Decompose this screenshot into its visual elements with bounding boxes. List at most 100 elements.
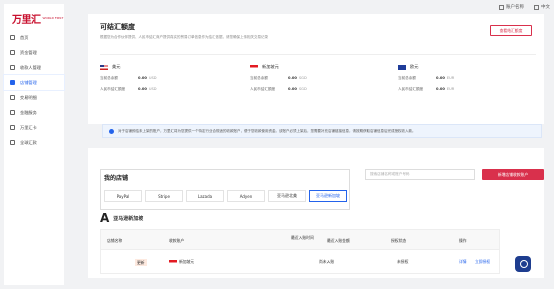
col-actions: 操作 bbox=[459, 238, 467, 243]
quota-unit: USD bbox=[148, 87, 157, 91]
tab-amazon-sg[interactable]: 亚马逊新加坡 bbox=[309, 190, 347, 202]
balance-unit: USD bbox=[148, 76, 157, 80]
last-amount-cell: -- bbox=[327, 259, 330, 264]
stores-table: 店铺名称 收款账户 最近入账时间 最近入账金额 授权状态 操作 更新 新加坡元 … bbox=[100, 229, 500, 274]
sidebar-item-finance[interactable]: 金融服务 bbox=[4, 105, 64, 120]
quota-value: 0.00 bbox=[288, 87, 297, 91]
store-search-input[interactable]: 搜索店铺名称或账户号码 bbox=[365, 169, 475, 180]
account-currency: 新加坡元 bbox=[179, 259, 195, 264]
col-status: 授权状态 bbox=[391, 238, 407, 243]
page-title: 可结汇额度 bbox=[100, 23, 135, 31]
sidebar-item-cards[interactable]: 万里汇卡 bbox=[4, 120, 64, 135]
sidebar-item-label: 收款人管理 bbox=[20, 64, 41, 70]
language-label: 中文 bbox=[541, 5, 550, 10]
quota-label: 人民币结汇额度 bbox=[398, 87, 424, 91]
balance-value: 0.00 bbox=[288, 76, 297, 80]
tab-adyen[interactable]: Adyen bbox=[227, 190, 265, 202]
divider bbox=[100, 54, 536, 55]
details-link[interactable]: 详情 bbox=[459, 259, 467, 265]
stores-title: 我的店铺 bbox=[104, 175, 129, 182]
sidebar-item-label: 全球汇款 bbox=[20, 139, 37, 145]
sidebar-nav: 首页 资金管理 收款人管理 店铺管理 交易明细 金融服务 万里汇卡 全球汇款 bbox=[3, 30, 65, 150]
balance-unit: SGD bbox=[298, 76, 307, 80]
language-icon bbox=[534, 4, 539, 10]
info-notice: 对于店铺即结未上架的账户，万里汇将为您提供一个特定行业合规适的收款账户，便于您收… bbox=[102, 124, 542, 138]
add-store-account-button[interactable]: 新增店铺收款账户 bbox=[482, 169, 544, 180]
quota-value: 0.00 bbox=[138, 87, 147, 91]
customer-service-icon[interactable] bbox=[515, 256, 531, 272]
table-row: 更新 新加坡元 尚未入账 -- 未授权 详情 立即授权 bbox=[101, 251, 499, 273]
currency-name: 新加坡元 bbox=[262, 64, 279, 69]
list-icon bbox=[10, 95, 15, 100]
sidebar-item-label: 金融服务 bbox=[20, 109, 37, 115]
sidebar-item-remittance[interactable]: 全球汇款 bbox=[4, 135, 64, 150]
col-last-time: 最近入账时间 bbox=[291, 235, 314, 240]
currency-name: 欧元 bbox=[410, 64, 419, 69]
sidebar-item-label: 交易明细 bbox=[20, 94, 37, 100]
account-cell: 新加坡元 bbox=[169, 259, 194, 265]
sidebar-item-label: 店铺管理 bbox=[20, 79, 37, 85]
users-icon bbox=[10, 65, 15, 70]
eu-flag-icon bbox=[398, 64, 406, 70]
quota-unit: SGD bbox=[298, 87, 307, 91]
sidebar-item-stores[interactable]: 店铺管理 bbox=[3, 74, 65, 91]
balance-label: 当前总余额 bbox=[250, 76, 268, 80]
page-description: 根据您为合作伙伴提供、人民币结汇商户提供真实的贸易订单信息作为结汇依据，请您确保… bbox=[100, 35, 268, 39]
sg-flag-icon bbox=[169, 259, 177, 265]
currency-usd: 美元 当前总余额 0.00 USD 人民币结汇额度 0.00 USD bbox=[100, 64, 240, 92]
account-icon bbox=[499, 4, 504, 10]
topbar: 账户名称 中文 bbox=[499, 4, 550, 10]
store-icon bbox=[10, 80, 15, 85]
tab-lazada[interactable]: Lazada bbox=[186, 190, 224, 202]
sidebar-item-label: 首页 bbox=[20, 34, 29, 40]
authorize-link[interactable]: 立即授权 bbox=[475, 259, 490, 265]
tab-paypal[interactable]: PayPal bbox=[104, 190, 142, 202]
tab-amazon-na[interactable]: 亚马逊北美 bbox=[268, 190, 306, 202]
logo-cn: 万里汇 bbox=[12, 15, 41, 26]
brand-logo: 万里汇 WORLD FIRST bbox=[12, 11, 63, 26]
account-menu[interactable]: 账户名称 bbox=[499, 4, 524, 10]
table-header: 店铺名称 收款账户 最近入账时间 最近入账金额 授权状态 操作 bbox=[101, 230, 499, 250]
sidebar-item-payees[interactable]: 收款人管理 bbox=[4, 60, 64, 75]
sg-flag-icon bbox=[250, 64, 258, 70]
quota-value: 0.00 bbox=[436, 87, 445, 91]
sidebar-item-home[interactable]: 首页 bbox=[4, 30, 64, 45]
quota-label: 人民币结汇额度 bbox=[250, 87, 276, 91]
info-icon bbox=[109, 128, 114, 134]
col-store: 店铺名称 bbox=[107, 238, 123, 243]
home-icon bbox=[10, 35, 15, 40]
account-name: 账户名称 bbox=[506, 5, 524, 10]
settlement-quota-card: 可结汇额度 根据您为合作伙伴提供、人民币结汇商户提供真实的贸易订单信息作为结汇依… bbox=[88, 14, 544, 124]
status-badge: 更新 bbox=[135, 259, 147, 266]
wallet-icon bbox=[10, 50, 15, 55]
card-icon bbox=[10, 125, 15, 130]
balance-value: 0.00 bbox=[436, 76, 445, 80]
currency-sgd: 新加坡元 当前总余额 0.00 SGD 人民币结汇额度 0.00 SGD bbox=[250, 64, 390, 92]
tab-stripe[interactable]: Stripe bbox=[145, 190, 183, 202]
store-platform-tabs: PayPal Stripe Lazada Adyen 亚马逊北美 亚马逊新加坡 bbox=[104, 190, 347, 202]
notice-text: 对于店铺即结未上架的账户，万里汇将为您提供一个特定行业合规适的收款账户，便于您收… bbox=[118, 128, 416, 133]
sidebar-item-label: 万里汇卡 bbox=[20, 124, 37, 130]
store-tabs-panel: 我的店铺 PayPal Stripe Lazada Adyen 亚马逊北美 亚马… bbox=[100, 169, 350, 210]
balance-unit: EUR bbox=[446, 76, 455, 80]
sidebar-item-transactions[interactable]: 交易明细 bbox=[4, 90, 64, 105]
balance-label: 当前总余额 bbox=[398, 76, 416, 80]
amazon-section-header: A 亚马逊新加坡 bbox=[100, 211, 143, 225]
col-last-amount: 最近入账金额 bbox=[327, 238, 350, 243]
balance-value: 0.00 bbox=[138, 76, 147, 80]
col-account: 收款账户 bbox=[169, 238, 185, 243]
section-title: 亚马逊新加坡 bbox=[113, 215, 144, 222]
sidebar-item-funds[interactable]: 资金管理 bbox=[4, 45, 64, 60]
app-window: 万里汇 WORLD FIRST 首页 资金管理 收款人管理 店铺管理 交易明细 … bbox=[0, 0, 554, 289]
globe-icon bbox=[10, 140, 15, 145]
language-switch[interactable]: 中文 bbox=[534, 4, 550, 10]
balance-label: 当前总余额 bbox=[100, 76, 118, 80]
auth-status-cell: 未授权 bbox=[397, 259, 409, 264]
view-quota-button[interactable]: 查看结汇额度 bbox=[490, 25, 532, 36]
currency-eur: 欧元 当前总余额 0.00 EUR 人民币结汇额度 0.00 EUR bbox=[398, 64, 538, 92]
quota-unit: EUR bbox=[446, 87, 455, 91]
logo-en: WORLD FIRST bbox=[42, 15, 64, 20]
sidebar: 万里汇 WORLD FIRST 首页 资金管理 收款人管理 店铺管理 交易明细 … bbox=[3, 4, 65, 285]
quota-label: 人民币结汇额度 bbox=[100, 87, 126, 91]
us-flag-icon bbox=[100, 64, 108, 70]
